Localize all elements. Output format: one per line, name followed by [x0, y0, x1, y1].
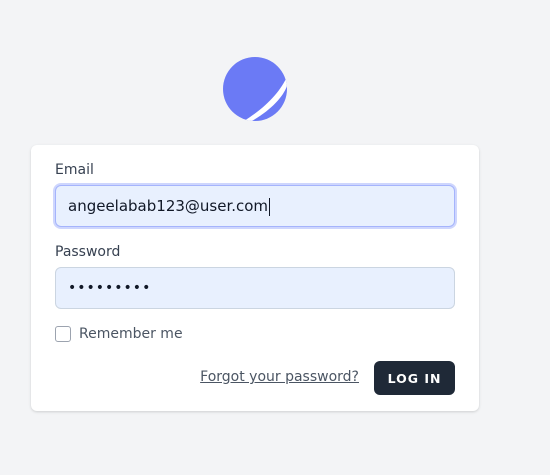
password-label: Password — [55, 244, 121, 260]
remember-me[interactable]: Remember me — [55, 326, 183, 342]
remember-me-label: Remember me — [79, 326, 183, 342]
password-field[interactable]: ••••••••• — [55, 267, 455, 309]
email-label: Email — [55, 162, 94, 178]
email-value: angeelabab123@user.com — [68, 197, 269, 215]
text-caret — [269, 197, 271, 216]
password-value: ••••••••• — [68, 280, 152, 296]
login-card: Email angeelabab123@user.com Password ••… — [31, 145, 479, 411]
forgot-password-link[interactable]: Forgot your password? — [200, 369, 359, 385]
email-field[interactable]: angeelabab123@user.com — [55, 185, 455, 227]
login-button[interactable]: LOG IN — [374, 361, 455, 395]
planet-icon — [223, 57, 287, 121]
remember-me-checkbox[interactable] — [55, 326, 71, 342]
